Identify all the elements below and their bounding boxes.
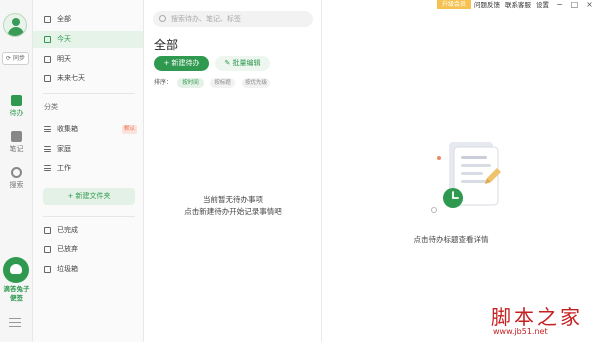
abandon-icon bbox=[44, 246, 51, 253]
calendar-today-icon bbox=[44, 36, 51, 43]
sort-by-title[interactable]: 按标题 bbox=[210, 78, 235, 88]
divider bbox=[43, 216, 135, 217]
folder-label: 收集箱 bbox=[57, 125, 78, 133]
empty-document-illustration-icon bbox=[431, 142, 501, 213]
close-button[interactable]: × bbox=[585, 0, 594, 10]
section-label: 分类 bbox=[44, 103, 58, 111]
brand-logo-icon bbox=[3, 257, 29, 283]
status-abandoned[interactable]: 已放弃 bbox=[33, 241, 143, 258]
contact-support-link[interactable]: 联系客服 bbox=[505, 0, 531, 10]
brand-line1: 滴答兔子 bbox=[3, 285, 30, 293]
trash-icon bbox=[44, 266, 51, 273]
rail-todo-label: 待办 bbox=[9, 109, 24, 117]
category-label: 未来七天 bbox=[57, 74, 85, 82]
icon-rail: ⟳ 同步 待办 笔记 搜索 滴答兔子 便签 bbox=[0, 0, 33, 342]
page-title: 全部 bbox=[154, 38, 179, 52]
divider bbox=[43, 93, 135, 94]
brand-name: 滴答兔子 便签 bbox=[0, 285, 33, 303]
watermark-title: 脚本之家 bbox=[491, 305, 583, 329]
detail-panel: 点击待办标题查看详情 bbox=[323, 12, 600, 342]
new-folder-button[interactable]: + 新建文件夹 bbox=[43, 188, 135, 205]
watermark-url: www.jb51.net bbox=[493, 327, 548, 336]
note-icon bbox=[11, 131, 22, 142]
app-window: ⟳ 同步 待办 笔记 搜索 滴答兔子 便签 全部 今天 明天 未来七天 分类 收… bbox=[0, 0, 600, 342]
avatar-head bbox=[12, 18, 20, 26]
rail-search-label: 搜索 bbox=[9, 181, 24, 189]
folder-inbox[interactable]: 收集箱 默认 bbox=[33, 121, 143, 138]
upgrade-button[interactable]: 升级会员 bbox=[437, 0, 471, 9]
search-icon bbox=[11, 167, 22, 178]
todo-icon bbox=[11, 95, 22, 106]
sort-label: 排序： bbox=[154, 79, 173, 86]
status-trash[interactable]: 垃圾箱 bbox=[33, 261, 143, 278]
status-label: 已放弃 bbox=[57, 245, 78, 253]
settings-link[interactable]: 设置 bbox=[536, 0, 549, 10]
folder-label: 家庭 bbox=[57, 145, 71, 153]
rail-search[interactable]: 搜索 bbox=[0, 167, 33, 190]
folder-family[interactable]: 家庭 bbox=[33, 141, 143, 158]
detail-hint: 点击待办标题查看详情 bbox=[413, 235, 489, 244]
sync-button[interactable]: ⟳ 同步 bbox=[2, 52, 29, 65]
sort-by-time[interactable]: 按时间 bbox=[177, 78, 204, 88]
sort-by-priority[interactable]: 按优先级 bbox=[242, 78, 270, 88]
batch-edit-label: 批量编辑 bbox=[232, 59, 261, 67]
list-icon bbox=[44, 126, 51, 132]
checkbox-done-icon bbox=[44, 227, 51, 234]
minimize-button[interactable]: − bbox=[555, 0, 564, 10]
status-label: 垃圾箱 bbox=[57, 265, 78, 273]
maximize-button[interactable]: □ bbox=[570, 0, 579, 10]
search-input[interactable]: 搜索待办、笔记、标签 bbox=[153, 11, 313, 27]
search-placeholder: 搜索待办、笔记、标签 bbox=[171, 15, 241, 23]
feedback-link[interactable]: 问题反馈 bbox=[474, 0, 500, 10]
new-todo-button[interactable]: + 新建待办 bbox=[154, 56, 209, 71]
rail-todo[interactable]: 待办 bbox=[0, 95, 33, 118]
calendar-tomorrow-icon bbox=[44, 56, 51, 63]
all-icon bbox=[44, 16, 51, 23]
category-panel: 全部 今天 明天 未来七天 分类 收集箱 默认 家庭 工作 + 新建文件夹 已完… bbox=[33, 0, 144, 342]
empty-state-title: 当前暂无待办事项 bbox=[203, 195, 263, 204]
category-label: 明天 bbox=[57, 55, 71, 63]
folder-work[interactable]: 工作 bbox=[33, 160, 143, 177]
status-label: 已完成 bbox=[57, 226, 78, 234]
category-all[interactable]: 全部 bbox=[33, 11, 143, 28]
rail-note-label: 笔记 bbox=[9, 145, 24, 153]
category-today[interactable]: 今天 bbox=[33, 31, 143, 48]
avatar-body bbox=[8, 27, 24, 36]
todo-list-panel: 搜索待办、笔记、标签 全部 + 新建待办 ✎ 批量编辑 排序： 按时间 按标题 … bbox=[144, 0, 322, 342]
menu-icon[interactable] bbox=[9, 318, 21, 327]
empty-state-hint: 点击新建待办开始记录事情吧 bbox=[184, 207, 282, 216]
brand-line2: 便签 bbox=[10, 294, 23, 302]
default-badge: 默认 bbox=[121, 125, 137, 134]
rail-note[interactable]: 笔记 bbox=[0, 131, 33, 154]
avatar[interactable] bbox=[3, 13, 27, 37]
batch-edit-button[interactable]: ✎ 批量编辑 bbox=[215, 56, 270, 71]
list-icon bbox=[44, 146, 51, 152]
category-label: 今天 bbox=[57, 35, 71, 43]
category-tomorrow[interactable]: 明天 bbox=[33, 51, 143, 68]
status-completed[interactable]: 已完成 bbox=[33, 222, 143, 239]
list-icon bbox=[44, 165, 51, 171]
category-label: 全部 bbox=[57, 15, 71, 23]
calendar-week-icon bbox=[44, 75, 51, 82]
sync-label: 同步 bbox=[12, 55, 25, 62]
folder-label: 工作 bbox=[57, 164, 71, 172]
category-next-seven-days[interactable]: 未来七天 bbox=[33, 70, 143, 87]
search-icon bbox=[159, 15, 166, 22]
